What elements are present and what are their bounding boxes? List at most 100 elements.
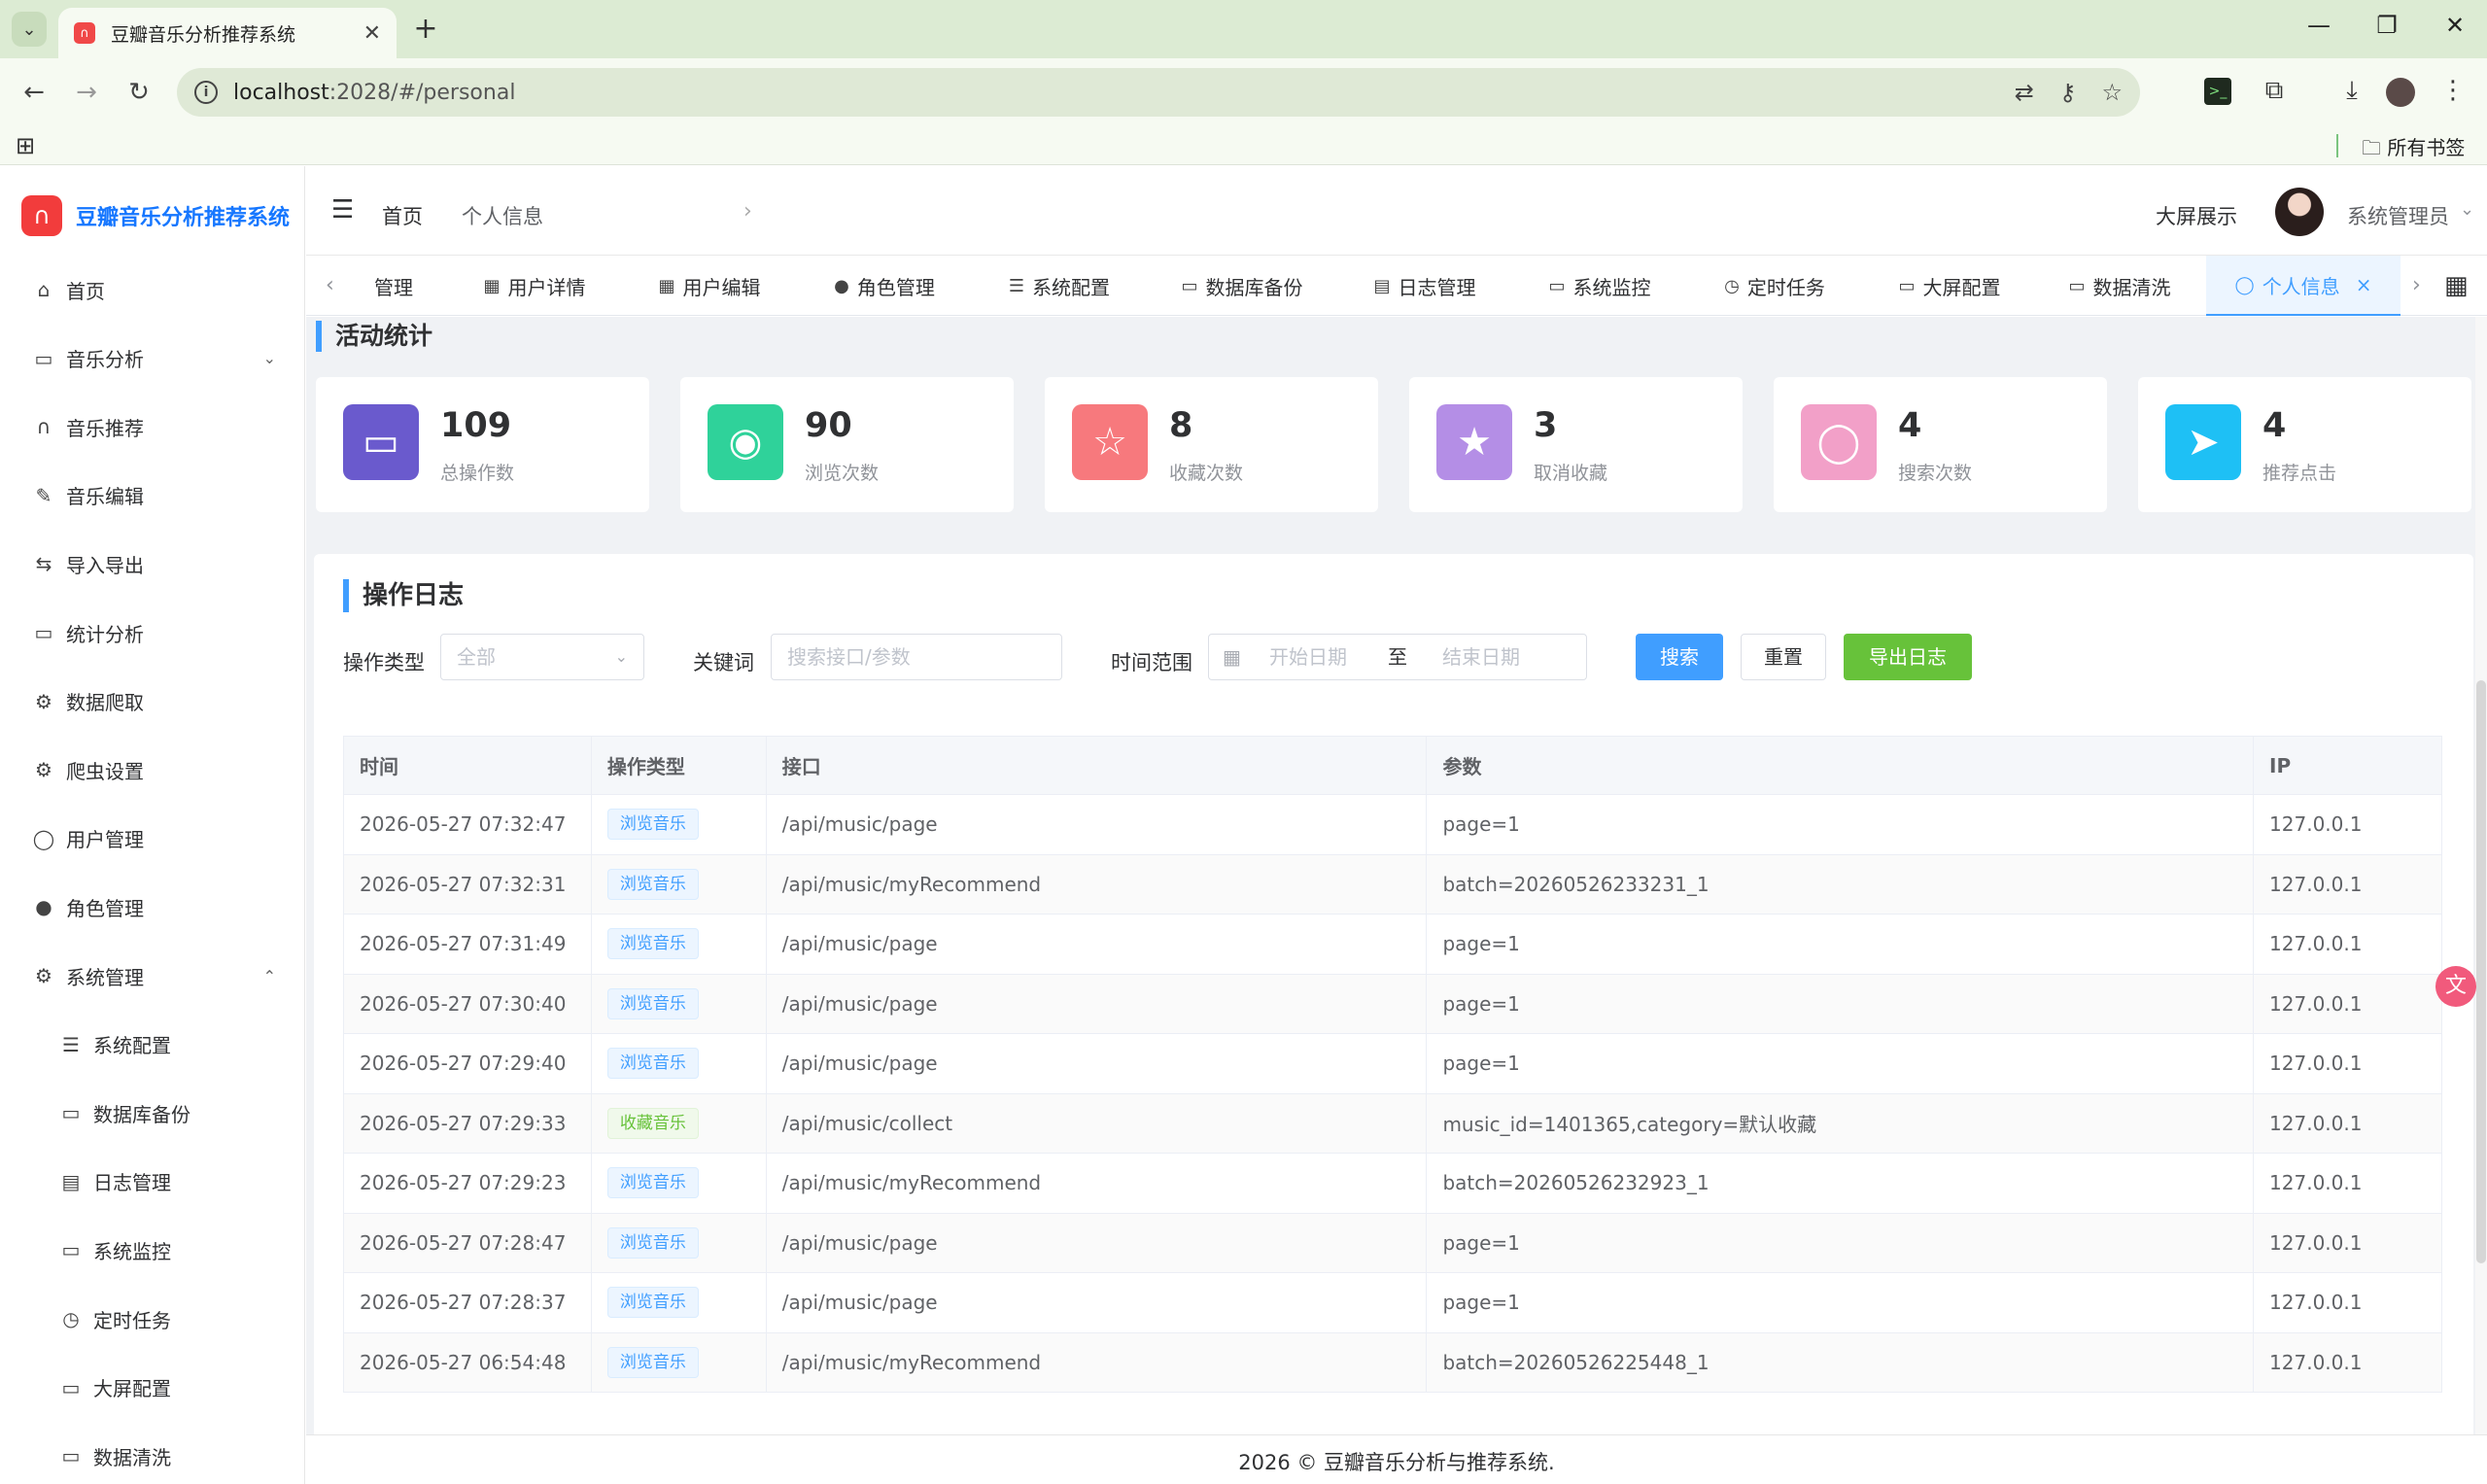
date-range-picker[interactable]: ▦ 开始日期 至 结束日期 (1208, 634, 1587, 680)
tab-2[interactable]: ▦ 用户详情 (452, 256, 617, 316)
translate-icon[interactable]: ⇄ (2015, 79, 2034, 106)
table-row[interactable]: 2026-05-27 07:32:31 浏览音乐/api/music/myReco… (343, 854, 2442, 915)
search-button[interactable]: 搜索 (1636, 634, 1723, 680)
sidebar-item-9[interactable]: ◯ 用户管理 (0, 810, 305, 868)
user-name[interactable]: 系统管理员 (2347, 201, 2449, 230)
sidebar-item-14[interactable]: ▤ 日志管理 (0, 1153, 305, 1211)
table-row[interactable]: 2026-05-27 07:29:40 浏览音乐/api/music/page pa… (343, 1033, 2442, 1094)
table-row[interactable]: 2026-05-27 07:29:23 浏览音乐/api/music/myReco… (343, 1153, 2442, 1214)
tab-10[interactable]: ▭ 大屏配置 (1867, 256, 2032, 316)
sidebar-item-11[interactable]: ⚙ 系统管理 ⌃ (0, 947, 305, 1005)
forward-arrow-icon[interactable]: → (68, 74, 105, 111)
tab-6[interactable]: ▭ 数据库备份 (1152, 256, 1332, 316)
sidebar-item-16[interactable]: ◷ 定时任务 (0, 1290, 305, 1348)
key-icon[interactable]: ⚷ (2059, 79, 2077, 106)
column-header[interactable]: 时间 (343, 736, 592, 795)
tab-11[interactable]: ▭ 数据清洗 (2042, 256, 2197, 316)
sidebar-item-18[interactable]: ▭ 数据清洗 (0, 1427, 305, 1484)
back-arrow-icon[interactable]: ← (16, 74, 52, 111)
sidebar-item-2[interactable]: ▭ 音乐分析 ⌄ (0, 329, 305, 388)
end-date-placeholder[interactable]: 结束日期 (1442, 635, 1520, 679)
sidebar-item-4[interactable]: ✎ 音乐编辑 (0, 466, 305, 525)
browser-tab-active[interactable]: ∩ 豆瓣音乐分析推荐系统 ✕ (58, 8, 397, 58)
sidebar-item-12[interactable]: ☰ 系统配置 (0, 1016, 305, 1074)
table-row[interactable]: 2026-05-27 07:28:47 浏览音乐/api/music/page pa… (343, 1213, 2442, 1273)
reload-icon[interactable]: ↻ (121, 74, 157, 111)
tab-7[interactable]: ▤ 日志管理 (1342, 256, 1507, 316)
tab-search-button[interactable]: ⌄ (12, 12, 47, 47)
table-row[interactable]: 2026-05-27 07:30:40 浏览音乐/api/music/page pa… (343, 974, 2442, 1034)
sidebar-item-1[interactable]: ⌂ 首页 (0, 260, 305, 319)
brand-name: 豆瓣音乐分析推荐系统 (76, 206, 291, 230)
chevron-right-icon: › (743, 199, 752, 224)
download-icon[interactable]: ⤓ (2334, 76, 2369, 106)
tab-5[interactable]: ☰ 系统配置 (977, 256, 1142, 316)
column-header[interactable]: 操作类型 (591, 736, 767, 795)
apps-grid-icon[interactable]: ⊞ (16, 132, 35, 159)
avatar[interactable] (2275, 188, 2324, 236)
table-row[interactable]: 2026-05-27 07:32:47 浏览音乐/api/music/page pa… (343, 794, 2442, 855)
chevron-down-icon[interactable]: ⌄ (2460, 199, 2474, 220)
restore-icon[interactable]: ❐ (2367, 12, 2406, 39)
sidebar-item-10[interactable]: ● 角色管理 (0, 878, 305, 936)
scroll-left-icon[interactable]: ‹ (326, 273, 334, 297)
tab-8[interactable]: ▭ 系统监控 (1517, 256, 1682, 316)
op-type-value: 全部 (457, 645, 496, 669)
sidebar-item-5[interactable]: ⇆ 导入导出 (0, 535, 305, 593)
sidebar-item-13[interactable]: ▭ 数据库备份 (0, 1084, 305, 1142)
bigscreen-link[interactable]: 大屏展示 (2156, 201, 2237, 230)
column-header[interactable]: 接口 (766, 736, 1428, 795)
brand[interactable]: ∩ 豆瓣音乐分析推荐系统 (21, 195, 290, 236)
export-log-button[interactable]: 导出日志 (1844, 634, 1972, 680)
minimize-icon[interactable]: — (2299, 12, 2338, 39)
floating-translate-icon[interactable]: 文 (2435, 966, 2476, 1007)
table-row[interactable]: 2026-05-27 06:54:48 浏览音乐/api/music/myReco… (343, 1332, 2442, 1393)
sidebar-item-17[interactable]: ▭ 大屏配置 (0, 1359, 305, 1417)
tab-9[interactable]: ◷ 定时任务 (1692, 256, 1857, 316)
tags-menu-grid-icon[interactable]: ▦ (2444, 271, 2469, 300)
column-header[interactable]: 参数 (1426, 736, 2255, 795)
all-bookmarks[interactable]: 🗀 所有书签 (2362, 132, 2465, 167)
terminal-extension-icon[interactable]: >_ (2204, 78, 2231, 105)
scroll-right-icon[interactable]: › (2412, 273, 2421, 297)
puzzle-extension-icon[interactable]: ⧉ (2257, 76, 2292, 106)
sidebar-item-7[interactable]: ⚙ 数据爬取 (0, 673, 305, 731)
close-window-icon[interactable]: ✕ (2435, 12, 2474, 39)
address-url[interactable]: localhost:2028/#/personal (233, 81, 1989, 105)
tab-1[interactable]: 管理 (345, 256, 442, 316)
sidebar-item-8[interactable]: ⚙ 爬虫设置 (0, 741, 305, 799)
keyword-input[interactable]: 搜索接口/参数 (771, 634, 1062, 680)
table-row[interactable]: 2026-05-27 07:28:37 浏览音乐/api/music/page pa… (343, 1272, 2442, 1333)
page-scrollbar-thumb[interactable] (2476, 680, 2486, 1263)
tab-4[interactable]: ● 角色管理 (802, 256, 967, 316)
sidebar-item-15[interactable]: ▭ 系统监控 (0, 1221, 305, 1279)
bookmark-star-icon[interactable]: ☆ (2101, 79, 2123, 106)
sidebar-item-6[interactable]: ▭ 统计分析 (0, 604, 305, 662)
op-type-select[interactable]: 全部 ⌄ (440, 634, 644, 680)
calendar-icon: ▦ (1223, 645, 1241, 669)
address-bar[interactable]: i localhost:2028/#/personal ⇄ ⚷ ☆ (177, 68, 2140, 117)
breadcrumb-home[interactable]: 首页 (382, 201, 423, 230)
edit-icon: ✎ (35, 483, 52, 507)
close-icon[interactable]: × (2356, 273, 2372, 296)
close-icon[interactable]: ✕ (363, 21, 381, 46)
column-header[interactable]: IP (2253, 736, 2442, 795)
tab-3[interactable]: ▦ 用户编辑 (627, 256, 792, 316)
reset-button[interactable]: 重置 (1741, 634, 1826, 680)
table-header-row: 时间 操作类型 接口 参数 IP (343, 736, 2442, 795)
tab-12[interactable]: ◯ 个人信息 × (2206, 256, 2401, 316)
site-info-icon[interactable]: i (194, 81, 218, 104)
table-row[interactable]: 2026-05-27 07:31:49 浏览音乐/api/music/page pa… (343, 914, 2442, 975)
status-badge: 浏览音乐 (606, 868, 699, 900)
more-vert-icon[interactable]: ⋮ (2435, 76, 2470, 105)
cell-ip: 127.0.0.1 (2253, 794, 2442, 855)
cell-params: music_id=1401365,category=默认收藏 (1426, 1093, 2255, 1154)
start-date-placeholder[interactable]: 开始日期 (1269, 635, 1347, 679)
menu-toggle-icon[interactable]: ☰ (331, 195, 354, 224)
profile-avatar[interactable] (2386, 78, 2415, 107)
sidebar-item-label: 数据清洗 (93, 1445, 171, 1469)
new-tab-button[interactable]: + (408, 12, 443, 47)
stat-value: 90 (805, 406, 852, 445)
sidebar-item-3[interactable]: ∩ 音乐推荐 (0, 397, 305, 456)
table-row[interactable]: 2026-05-27 07:29:33 收藏音乐/api/music/collec… (343, 1093, 2442, 1154)
